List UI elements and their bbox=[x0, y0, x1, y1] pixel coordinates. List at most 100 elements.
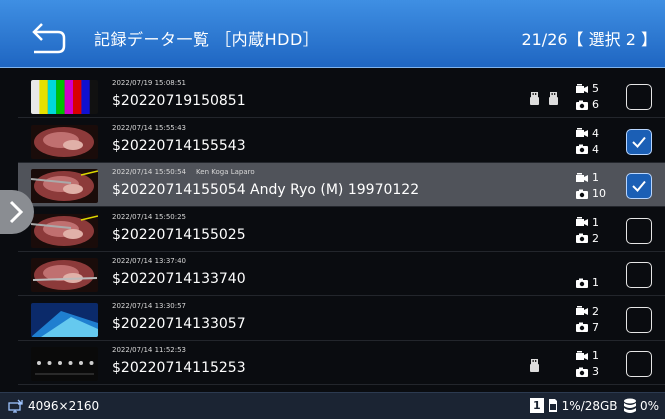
record-row[interactable]: 2022/07/14 15:55:43 $20220714155543 4 4 bbox=[18, 119, 665, 163]
video-count: 1 bbox=[576, 349, 599, 362]
record-thumbnail bbox=[31, 258, 98, 292]
video-icon bbox=[576, 306, 588, 315]
status-bar: 4096×2160 1 1%/28GB 0% bbox=[0, 392, 665, 419]
resolution-text: 4096×2160 bbox=[28, 399, 100, 413]
selection-count: 21/26【 選択 2 】 bbox=[521, 30, 657, 49]
disk-indicator: 0% bbox=[623, 398, 659, 414]
record-date-text: 2022/07/14 13:30:57 bbox=[112, 301, 187, 310]
disk-usage-text: 0% bbox=[640, 399, 660, 413]
page-title: 記録データ一覧 ［内蔵HDD］ bbox=[94, 30, 320, 49]
record-datetime: 2022/07/19 15:08:51 bbox=[112, 79, 186, 87]
record-datetime: 2022/07/14 15:50:54 Ken Koga Laparo bbox=[112, 168, 255, 176]
thumbnail-image bbox=[31, 302, 98, 337]
record-date-text: 2022/07/14 15:50:54 bbox=[112, 168, 187, 176]
usb-icon bbox=[549, 92, 558, 105]
photo-count: 2 bbox=[576, 232, 599, 245]
video-count-value: 5 bbox=[592, 82, 599, 95]
record-id: $20220714133057 bbox=[112, 315, 246, 332]
camera-icon bbox=[576, 367, 588, 377]
thumbnail-image bbox=[31, 258, 98, 292]
select-checkbox[interactable] bbox=[626, 351, 652, 377]
video-icon bbox=[576, 172, 588, 182]
video-icon bbox=[576, 83, 588, 93]
thumbnail-image bbox=[31, 213, 98, 248]
record-thumbnail bbox=[31, 302, 98, 337]
thumbnail-image bbox=[31, 169, 98, 203]
record-row[interactable]: 2022/07/14 15:50:54 Ken Koga Laparo $20220… bbox=[18, 163, 665, 207]
video-icon bbox=[576, 217, 588, 226]
camera-icon bbox=[576, 144, 588, 154]
select-checkbox[interactable] bbox=[626, 128, 652, 155]
camera-icon bbox=[576, 233, 588, 243]
record-id: $20220714115253 bbox=[112, 360, 246, 376]
video-icon bbox=[576, 128, 588, 137]
photo-count-value: 1 bbox=[592, 276, 599, 289]
video-icon bbox=[576, 350, 588, 360]
record-date-text: 2022/07/19 15:08:51 bbox=[112, 79, 187, 87]
chevron-right-icon bbox=[9, 200, 24, 224]
storage-text: 1%/28GB bbox=[561, 398, 618, 413]
record-row[interactable]: 2022/07/14 13:37:40 $20220714133740 1 bbox=[18, 252, 665, 296]
usb-icon bbox=[530, 359, 539, 372]
record-datetime: 2022/07/14 11:52:53 bbox=[112, 346, 186, 354]
photo-count-value: 2 bbox=[592, 231, 599, 245]
thumbnail-image bbox=[31, 80, 98, 114]
photo-count-value: 10 bbox=[592, 187, 606, 200]
record-id: $20220714155025 bbox=[112, 226, 246, 243]
record-date-text: 2022/07/14 15:55:43 bbox=[112, 123, 187, 132]
record-thumbnail bbox=[31, 80, 98, 114]
select-checkbox[interactable] bbox=[626, 173, 652, 199]
resolution-indicator: 4096×2160 bbox=[8, 399, 99, 413]
record-list: 2022/07/19 15:08:51 $20220719150851 5 6 2022… bbox=[18, 74, 665, 385]
database-icon bbox=[624, 398, 636, 413]
record-row[interactable]: 2022/07/19 15:08:51 $20220719150851 5 6 bbox=[18, 74, 665, 118]
record-datetime: 2022/07/14 15:50:25 bbox=[112, 213, 186, 221]
record-thumbnail bbox=[31, 347, 98, 381]
back-button[interactable] bbox=[28, 18, 68, 58]
record-row[interactable]: 2022/07/14 13:30:57 $20220714133057 2 7 bbox=[18, 297, 665, 341]
photo-count-value: 4 bbox=[592, 142, 599, 156]
header-bar: 記録データ一覧 ［内蔵HDD］ 21/26【 選択 2 】 bbox=[0, 0, 665, 68]
thumbnail-image bbox=[31, 124, 98, 159]
check-icon bbox=[632, 136, 646, 148]
record-row[interactable]: 2022/07/14 15:50:25 $20220714155025 1 2 bbox=[18, 208, 665, 252]
video-count-value: 1 bbox=[592, 349, 599, 362]
video-count: 2 bbox=[576, 305, 599, 318]
select-checkbox[interactable] bbox=[626, 306, 652, 333]
usb-status bbox=[530, 92, 558, 105]
record-date-text: 2022/07/14 11:52:53 bbox=[112, 346, 187, 354]
video-count: 1 bbox=[576, 171, 599, 184]
slot-badge: 1 bbox=[530, 398, 544, 413]
thumbnail-image bbox=[31, 347, 98, 381]
record-datetime: 2022/07/14 15:55:43 bbox=[112, 124, 186, 132]
camera-icon bbox=[576, 322, 588, 332]
storage-indicator: 1 1%/28GB bbox=[530, 398, 618, 413]
record-datetime: 2022/07/14 13:37:40 bbox=[112, 257, 186, 265]
camera-icon bbox=[576, 278, 588, 288]
record-row[interactable]: 2022/07/14 11:52:53 $20220714115253 1 3 bbox=[18, 341, 665, 385]
record-thumbnail bbox=[31, 169, 98, 203]
record-id: $20220719150851 bbox=[112, 93, 246, 109]
select-checkbox[interactable] bbox=[626, 262, 652, 288]
record-id: $20220714133740 bbox=[112, 271, 246, 287]
record-datetime: 2022/07/14 13:30:57 bbox=[112, 302, 186, 310]
monitor-icon bbox=[8, 399, 23, 413]
select-checkbox[interactable] bbox=[626, 217, 652, 244]
video-count-value: 4 bbox=[592, 126, 599, 140]
camera-icon bbox=[576, 189, 588, 199]
usb-status bbox=[530, 359, 539, 372]
video-count-value: 2 bbox=[592, 304, 599, 318]
photo-count-value: 7 bbox=[592, 320, 599, 334]
select-checkbox[interactable] bbox=[626, 84, 652, 110]
video-count-value: 1 bbox=[592, 215, 599, 229]
photo-count: 10 bbox=[576, 187, 606, 200]
usb-icon bbox=[530, 92, 539, 105]
video-count: 5 bbox=[576, 82, 599, 95]
record-date-text: 2022/07/14 15:50:25 bbox=[112, 212, 187, 221]
video-count: 1 bbox=[576, 216, 599, 229]
camera-icon bbox=[576, 100, 588, 110]
photo-count-value: 6 bbox=[592, 98, 599, 111]
photo-count-value: 3 bbox=[592, 365, 599, 378]
photo-count: 3 bbox=[576, 365, 599, 378]
record-thumbnail bbox=[31, 213, 98, 248]
